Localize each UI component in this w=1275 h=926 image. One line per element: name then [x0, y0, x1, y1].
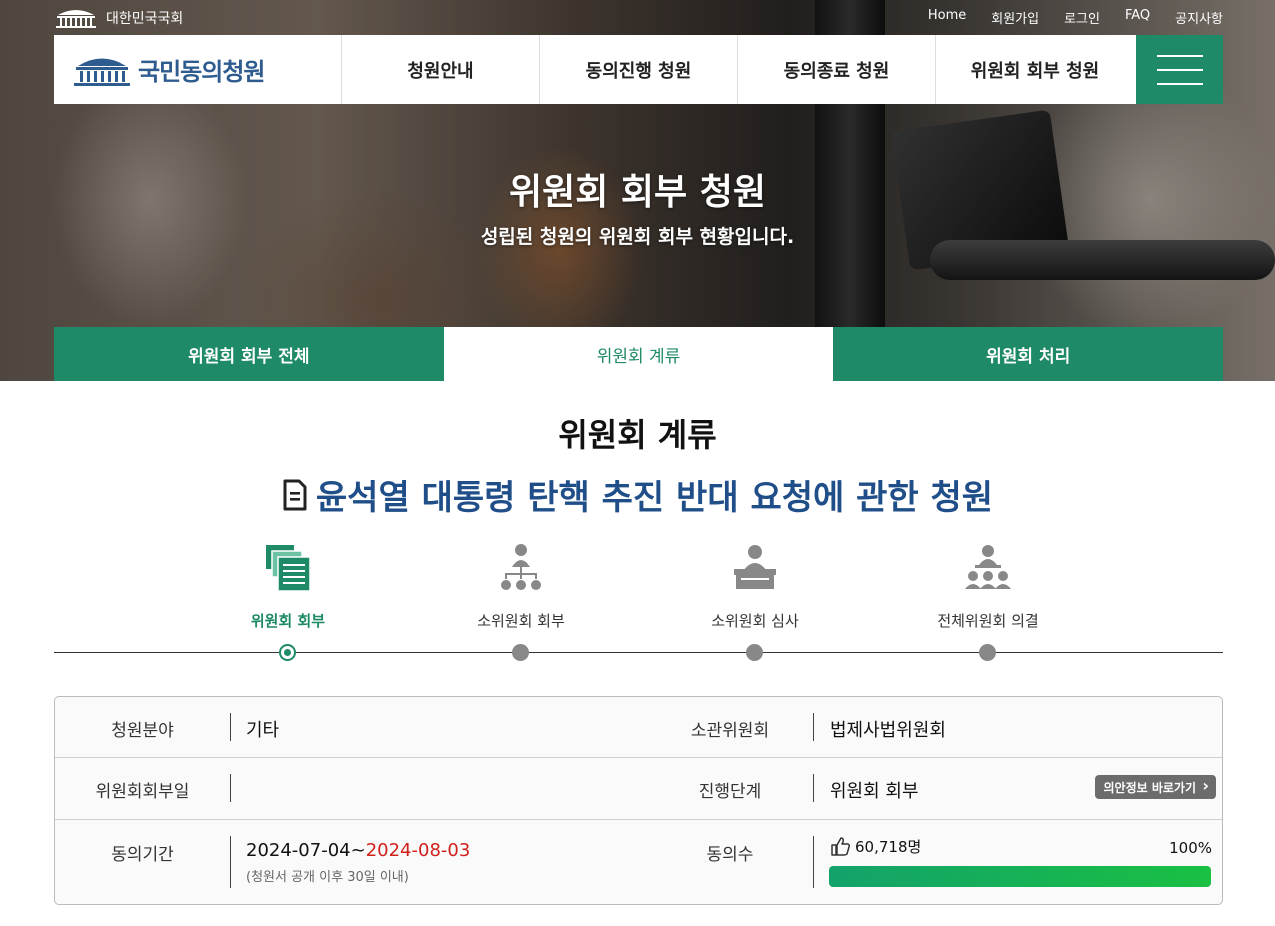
- field-value: 기타: [246, 720, 280, 741]
- documents-icon: [266, 545, 311, 592]
- home-link[interactable]: Home: [928, 8, 966, 27]
- org-chart-icon: [501, 544, 541, 590]
- info-row-period: 동의기간 2024-07-04~2024-08-03 (청원서 공개 이후 30…: [55, 820, 1222, 904]
- consent-progress-fill: [829, 866, 1211, 887]
- main-navigation: 국민동의청원 청원안내 동의진행 청원 동의종료 청원 위원회 회부 청원: [54, 35, 1223, 104]
- period-end: 2024-08-03: [365, 840, 471, 861]
- step-committee-referral: 위원회 회부: [188, 540, 388, 661]
- tab-committee-all[interactable]: 위원회 회부 전체: [54, 327, 444, 381]
- assembly-logo-icon: [74, 58, 130, 86]
- thumbs-up-icon: [831, 837, 851, 856]
- main-menu: 청원안내 동의진행 청원 동의종료 청원 위원회 회부 청원: [342, 35, 1134, 104]
- faq-link[interactable]: FAQ: [1125, 8, 1150, 27]
- assembly-building-icon: [56, 9, 96, 28]
- step-label: 전체위원회 의결: [937, 612, 1039, 630]
- menu-item-ongoing[interactable]: 동의진행 청원: [540, 35, 738, 104]
- field-label: 청원분야: [111, 721, 174, 741]
- podium-icon: [734, 545, 776, 589]
- consent-count: 60,718명: [855, 838, 922, 856]
- tab-committee-pending[interactable]: 위원회 계류: [443, 327, 834, 381]
- step-subcommittee-referral: 소위원회 회부: [421, 540, 621, 661]
- period-start: 2024-07-04~: [246, 840, 366, 861]
- petition-title: 윤석열 대통령 탄핵 추진 반대 요청에 관한 청원: [315, 478, 994, 518]
- login-link[interactable]: 로그인: [1064, 8, 1100, 27]
- site-logo-text: 국민동의청원: [138, 58, 265, 86]
- tab-committee-processed[interactable]: 위원회 처리: [833, 327, 1224, 381]
- stage-label: 진행단계: [698, 782, 762, 802]
- document-icon: [283, 479, 307, 510]
- national-assembly-label: 대한민국국회: [106, 10, 184, 27]
- utility-links: Home 회원가입 로그인 FAQ 공지사항: [928, 8, 1223, 27]
- period-value: 2024-07-04~2024-08-03: [246, 840, 470, 861]
- period-note: (청원서 공개 이후 30일 이내): [246, 870, 409, 885]
- site-logo[interactable]: 국민동의청원: [54, 35, 342, 104]
- petition-title-row: 윤석열 대통령 탄핵 추진 반대 요청에 관한 청원: [0, 470, 1275, 519]
- menu-item-guide[interactable]: 청원안내: [342, 35, 540, 104]
- national-assembly-link[interactable]: 대한민국국회: [54, 7, 183, 29]
- step-subcommittee-review: 소위원회 심사: [655, 540, 855, 661]
- hamburger-line: [1156, 82, 1203, 85]
- consent-count-row: 60,718명: [830, 836, 921, 857]
- consent-label: 동의수: [706, 845, 754, 865]
- sub-tabs: 위원회 회부 전체 위원회 계류 위원회 처리: [54, 327, 1224, 381]
- consent-percent: 100%: [1169, 839, 1212, 857]
- committee-value: 법제사법위원회: [830, 720, 946, 741]
- hero-title: 위원회 회부 청원: [509, 172, 766, 213]
- consent-progress-bar: [829, 866, 1211, 887]
- hamburger-line: [1156, 54, 1203, 57]
- notice-link[interactable]: 공지사항: [1175, 8, 1223, 27]
- steps-line: [54, 652, 1223, 653]
- step-label: 소위원회 회부: [477, 612, 565, 630]
- step-marker: [512, 644, 529, 661]
- step-marker-active: [279, 644, 296, 661]
- period-label: 동의기간: [111, 845, 174, 865]
- step-label: 소위원회 심사: [711, 612, 799, 630]
- utility-bar: 대한민국국회 Home 회원가입 로그인 FAQ 공지사항: [54, 0, 1223, 35]
- committee-label: 소관위원회: [690, 721, 770, 741]
- step-marker: [746, 644, 763, 661]
- referral-date-label: 위원회회부일: [95, 782, 190, 802]
- bill-info-button[interactable]: 의안정보 바로가기: [1094, 775, 1216, 799]
- stage-value: 위원회 회부: [830, 781, 919, 802]
- step-full-committee-resolution: 전체위원회 의결: [888, 540, 1088, 661]
- hamburger-line: [1156, 68, 1203, 71]
- info-row-stage: 위원회회부일 진행단계 위원회 회부 의안정보 바로가기: [55, 758, 1222, 820]
- hero-subtitle: 성립된 청원의 위원회 회부 현황입니다.: [480, 226, 795, 248]
- page-title: 위원회 계류: [558, 416, 717, 454]
- step-label: 위원회 회부: [250, 612, 326, 630]
- hamburger-menu-button[interactable]: [1136, 35, 1223, 104]
- step-marker: [979, 644, 996, 661]
- petition-info-table: 청원분야 기타 소관위원회 법제사법위원회 위원회회부일 진행단계 위원회 회부…: [54, 696, 1223, 905]
- info-row-field: 청원분야 기타 소관위원회 법제사법위원회: [55, 697, 1222, 758]
- assembly-icon: [965, 545, 1011, 589]
- signup-link[interactable]: 회원가입: [991, 8, 1039, 27]
- menu-item-closed[interactable]: 동의종료 청원: [738, 35, 936, 104]
- menu-item-committee[interactable]: 위원회 회부 청원: [936, 35, 1134, 104]
- progress-steps: 위원회 회부 소위원회 회부 소위원회 심사 전체위원회 의결: [54, 540, 1223, 670]
